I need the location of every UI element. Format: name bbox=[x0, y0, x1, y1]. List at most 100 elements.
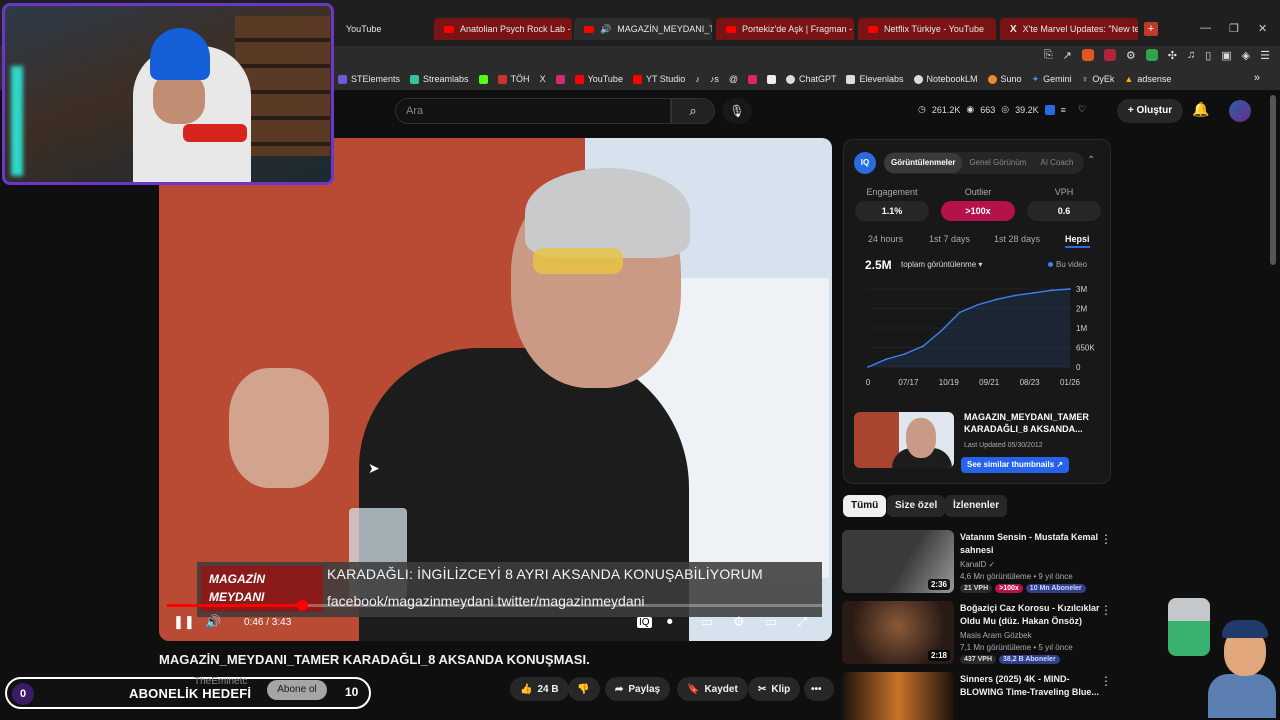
bookmark-suno[interactable]: Suno bbox=[987, 74, 1022, 84]
new-tab-button[interactable]: + bbox=[1144, 22, 1158, 36]
dislike-button[interactable]: 👎 bbox=[568, 677, 600, 701]
page-scrollbar[interactable] bbox=[1270, 95, 1276, 265]
maximize-icon[interactable]: ❐ bbox=[1229, 22, 1239, 35]
pause-icon[interactable]: ❚❚ bbox=[173, 614, 195, 630]
bookmarks-more-button[interactable]: » bbox=[1254, 72, 1260, 84]
bookmark-pink[interactable] bbox=[747, 74, 757, 84]
vpn-icon[interactable]: ◈ bbox=[1242, 49, 1250, 62]
iq-extension-icon[interactable] bbox=[1044, 104, 1055, 115]
share-icon[interactable]: ↗ bbox=[1063, 49, 1072, 62]
minimize-icon[interactable]: — bbox=[1200, 22, 1211, 34]
recommendation-item[interactable]: 2:18 Boğaziçi Caz Korosu - Kızılcıklar O… bbox=[842, 601, 1112, 667]
period-all[interactable]: Hepsi bbox=[1065, 234, 1090, 248]
clip-button[interactable]: ✂ Klip bbox=[748, 677, 801, 701]
chip-for-you[interactable]: Size özel bbox=[887, 495, 946, 517]
music-icon[interactable]: ♫ bbox=[1187, 49, 1195, 62]
iq-tab-overview[interactable]: Genel Görünüm bbox=[962, 153, 1033, 173]
more-vert-icon[interactable]: ⋮ bbox=[1100, 532, 1112, 546]
period-28d[interactable]: 1st 28 days bbox=[994, 234, 1040, 244]
recommendation-thumbnail[interactable]: 2:18 bbox=[842, 601, 954, 664]
bookmark-x[interactable]: X bbox=[540, 74, 546, 84]
account-avatar[interactable] bbox=[1229, 100, 1251, 122]
recommendation-channel[interactable]: KanalD ✓ bbox=[960, 560, 995, 569]
recommendation-channel[interactable]: Masis Aram Gözbek bbox=[960, 631, 1032, 640]
video-player[interactable]: MAGAZİN MEYDANI KARADAĞLI: İNGİLİZCEYİ 8… bbox=[159, 138, 832, 641]
tab-x-marvel[interactable]: X X'te Marvel Updates: "New tea bbox=[1000, 18, 1138, 40]
menu-icon[interactable]: ☰ bbox=[1260, 49, 1270, 62]
fullscreen-icon[interactable]: ⤢ bbox=[797, 614, 807, 630]
iq-tab-ai-coach[interactable]: AI Coach bbox=[1033, 153, 1080, 173]
settings-gear-icon[interactable]: ⚙ bbox=[733, 614, 745, 630]
bookmark-oyek[interactable]: ♀ OyEk bbox=[1082, 74, 1115, 84]
tab-magazin-meydani[interactable]: 🔊MAGAZİN_MEYDANI_T✕ bbox=[574, 18, 712, 40]
recommendation-thumbnail[interactable]: 2:36 bbox=[842, 530, 954, 593]
brave-shield-icon[interactable] bbox=[1081, 49, 1094, 61]
bookmark-elevenlabs[interactable]: Elevenlabs bbox=[846, 74, 904, 84]
recommendation-title[interactable]: Vatanım Sensin - Mustafa Kemal sahnesi bbox=[960, 531, 1100, 557]
theater-mode-icon[interactable]: ▭ bbox=[765, 614, 777, 630]
recommendation-item[interactable]: Sinners (2025) 4K - MIND-BLOWING Time-Tr… bbox=[842, 672, 1112, 720]
notifications-bell-icon[interactable]: 🔔 bbox=[1192, 101, 1209, 118]
subtitles-icon[interactable]: ▭ bbox=[701, 614, 713, 630]
metric-selector[interactable]: toplam görüntülenme ▾ bbox=[901, 260, 982, 269]
create-button[interactable]: + Oluştur bbox=[1117, 99, 1183, 123]
period-7d[interactable]: 1st 7 days bbox=[929, 234, 970, 244]
sidebar-icon[interactable]: ▯ bbox=[1205, 49, 1211, 62]
bookmark-stelements[interactable]: STElements bbox=[338, 74, 400, 84]
tab-portekiz[interactable]: Portekiz'de Aşk | Fragman - 10 bbox=[716, 18, 854, 40]
iq-player-icon[interactable]: IQ bbox=[637, 617, 652, 628]
voice-search-button[interactable]: 🎙 bbox=[722, 98, 752, 124]
bookmark-k[interactable] bbox=[478, 74, 488, 84]
bookmark-instagram[interactable] bbox=[555, 74, 565, 84]
tab-netflix-turkiye[interactable]: Netflix Türkiye - YouTube bbox=[858, 18, 996, 40]
iq-video-thumbnail[interactable] bbox=[854, 412, 954, 468]
close-window-icon[interactable]: ✕ bbox=[1258, 22, 1267, 35]
progress-bar[interactable] bbox=[167, 600, 824, 611]
bookmark-tiktok[interactable]: ♪ bbox=[695, 74, 700, 84]
bookmark-youtube[interactable]: YouTube bbox=[574, 74, 623, 84]
search-button[interactable]: ⌕ bbox=[671, 98, 715, 124]
bookmark-threads[interactable]: @ bbox=[729, 74, 738, 84]
recommendation-title[interactable]: Sinners (2025) 4K - MIND-BLOWING Time-Tr… bbox=[960, 673, 1100, 699]
wallet-icon[interactable]: ▣ bbox=[1221, 49, 1231, 62]
more-vert-icon[interactable]: ⋮ bbox=[1100, 674, 1112, 688]
more-vert-icon[interactable]: ⋮ bbox=[1100, 603, 1112, 617]
chip-all[interactable]: Tümü bbox=[843, 495, 887, 517]
more-actions-button[interactable]: ••• bbox=[804, 677, 834, 701]
bookmark-chatgpt[interactable]: ChatGPT bbox=[785, 74, 836, 84]
list-icon[interactable]: ≡ bbox=[1061, 105, 1066, 115]
install-icon[interactable]: ⎘ bbox=[1044, 49, 1053, 62]
iq-tab-views[interactable]: Görüntülenmeler bbox=[884, 153, 963, 173]
save-button[interactable]: 🔖 Kaydet bbox=[677, 677, 748, 701]
share-button[interactable]: ➦ Paylaş bbox=[605, 677, 671, 701]
autoplay-toggle-icon[interactable]: ⏺ bbox=[667, 616, 673, 629]
channel-name[interactable]: TheEminetc bbox=[194, 676, 247, 687]
like-button[interactable]: 👍 24 B bbox=[510, 677, 569, 701]
bookmark-gemini[interactable]: ✦ Gemini bbox=[1032, 74, 1072, 85]
chevron-up-icon[interactable]: ⌃ bbox=[1087, 155, 1095, 166]
bookmark-adsense[interactable]: ▲ adsense bbox=[1124, 74, 1171, 84]
extension-green-icon[interactable] bbox=[1145, 49, 1158, 61]
search-input[interactable]: Ara bbox=[395, 98, 671, 124]
volume-icon[interactable]: 🔊 bbox=[205, 614, 221, 630]
chip-watched[interactable]: İzlenenler bbox=[945, 495, 1008, 517]
see-similar-thumbnails-button[interactable]: See similar thumbnails ↗ bbox=[961, 457, 1070, 473]
puzzle-icon[interactable]: ✣ bbox=[1168, 49, 1177, 62]
subscribe-button[interactable]: Abone ol bbox=[267, 680, 327, 700]
rewards-icon[interactable] bbox=[1103, 49, 1116, 61]
bookmark-notebooklm[interactable]: NotebookLM bbox=[913, 74, 978, 84]
bookmark-tiktok-s[interactable]: ♪s bbox=[710, 74, 719, 84]
extension-icon[interactable]: ⚙ bbox=[1126, 49, 1136, 62]
bookmark-amazon[interactable] bbox=[766, 74, 776, 84]
period-24h[interactable]: 24 hours bbox=[868, 234, 903, 244]
bookmark-toh[interactable]: TÖH bbox=[497, 74, 530, 84]
bookmark-streamlabs[interactable]: Streamlabs bbox=[410, 74, 469, 84]
recommendation-item[interactable]: 2:36 Vatanım Sensin - Mustafa Kemal sahn… bbox=[842, 530, 1112, 596]
clock-icon: ◷ bbox=[918, 104, 926, 114]
bookmark-yt-studio[interactable]: YT Studio bbox=[632, 74, 685, 84]
recommendation-title[interactable]: Boğaziçi Caz Korosu - Kızılcıklar Oldu M… bbox=[960, 602, 1100, 628]
tab-anatolian-psych[interactable]: Anatolian Psych Rock Lab - Yo bbox=[434, 18, 572, 40]
tab-youtube[interactable]: YouTube bbox=[336, 18, 432, 40]
recommendation-thumbnail[interactable] bbox=[842, 672, 954, 720]
bulb-icon[interactable]: ♡ bbox=[1078, 104, 1086, 115]
